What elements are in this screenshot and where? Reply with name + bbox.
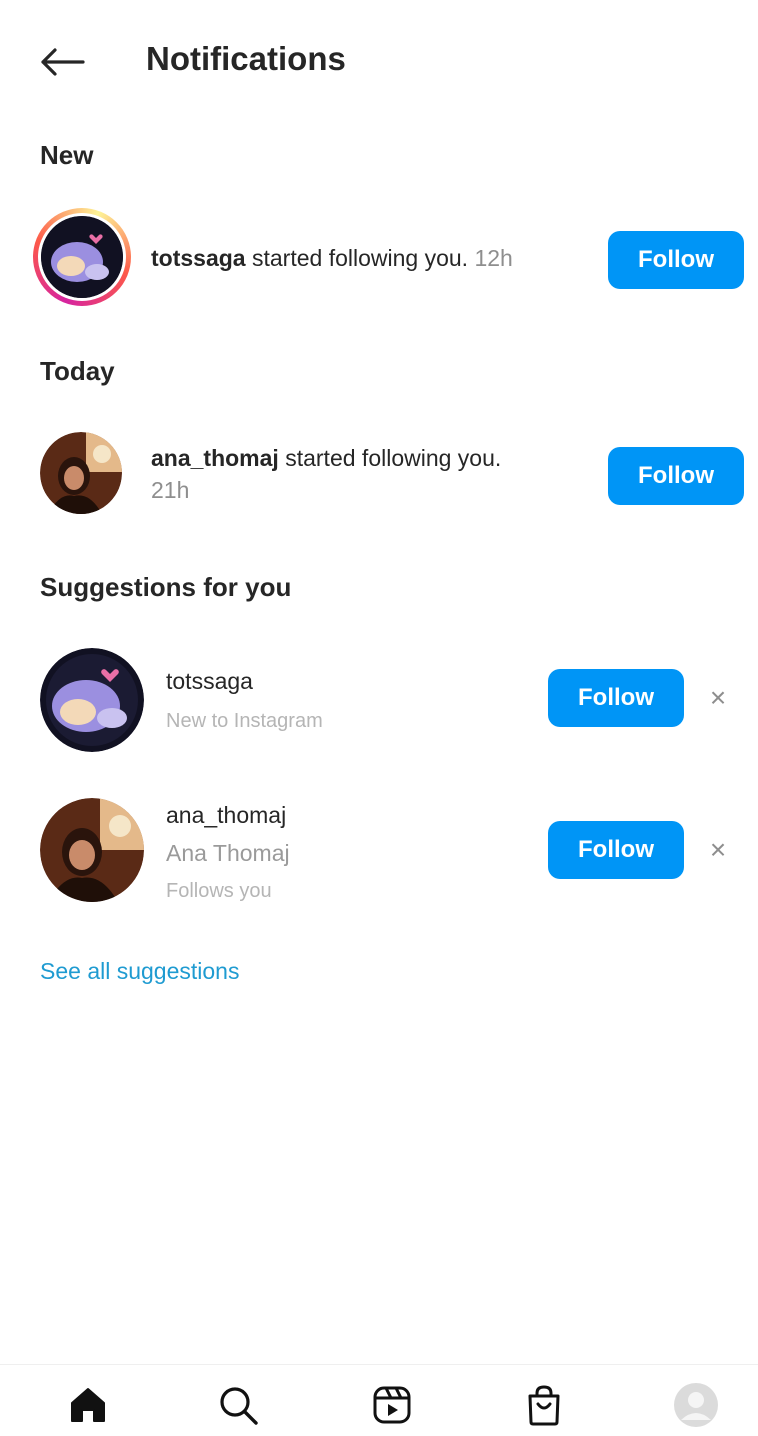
see-all-suggestions-link[interactable]: See all suggestions bbox=[40, 958, 239, 985]
avatar[interactable] bbox=[41, 216, 123, 298]
notification-username[interactable]: totssaga bbox=[151, 245, 246, 271]
notification-message: started following you. bbox=[278, 445, 502, 471]
home-icon bbox=[71, 1388, 105, 1422]
notification-username[interactable]: ana_thomaj bbox=[151, 445, 279, 471]
follow-button[interactable]: Follow bbox=[608, 447, 744, 505]
profile-icon bbox=[674, 1383, 718, 1427]
avatar[interactable] bbox=[40, 798, 144, 902]
nav-search[interactable] bbox=[214, 1381, 262, 1429]
header: Notifications bbox=[0, 0, 758, 120]
shop-icon bbox=[528, 1385, 560, 1426]
nav-home[interactable] bbox=[64, 1381, 112, 1429]
avatar-illustration-icon bbox=[41, 216, 123, 298]
search-icon bbox=[220, 1387, 258, 1425]
notification-time: 12h bbox=[474, 245, 513, 271]
avatar-photo-icon bbox=[40, 798, 144, 902]
avatar[interactable] bbox=[40, 432, 122, 514]
avatar-illustration-icon bbox=[40, 648, 144, 752]
follow-button[interactable]: Follow bbox=[548, 669, 684, 727]
arrow-left-icon bbox=[41, 48, 85, 76]
suggestion-full-name: Ana Thomaj bbox=[166, 840, 290, 866]
suggestion-username[interactable]: ana_thomaj bbox=[166, 802, 286, 829]
notification-text: totssaga started following you. 12h bbox=[151, 242, 591, 274]
reels-icon bbox=[373, 1386, 411, 1424]
avatar-photo-icon bbox=[40, 432, 122, 514]
suggestion-username[interactable]: totssaga bbox=[166, 668, 253, 695]
follow-button[interactable]: Follow bbox=[548, 821, 684, 879]
section-title-suggestions: Suggestions for you bbox=[40, 572, 292, 602]
dismiss-icon[interactable]: × bbox=[700, 832, 736, 868]
avatar[interactable] bbox=[40, 648, 144, 752]
suggestion-subtitle: New to Instagram bbox=[166, 710, 323, 732]
notification-text: ana_thomaj started following you. 21h bbox=[151, 442, 591, 506]
notification-message: started following you. bbox=[245, 245, 469, 271]
nav-profile[interactable] bbox=[672, 1381, 720, 1429]
dismiss-icon[interactable]: × bbox=[700, 680, 736, 716]
nav-shop[interactable] bbox=[520, 1381, 568, 1429]
section-title-new: New bbox=[40, 140, 94, 170]
notifications-screen: Notifications New totssaga started follo… bbox=[0, 0, 758, 1436]
bottom-nav bbox=[0, 1364, 758, 1436]
page-title: Notifications bbox=[146, 40, 346, 77]
follow-button[interactable]: Follow bbox=[608, 231, 744, 289]
section-title-today: Today bbox=[40, 356, 115, 386]
back-button[interactable] bbox=[36, 38, 88, 86]
suggestion-subtitle: Follows you bbox=[166, 880, 272, 902]
notification-time: 21h bbox=[151, 477, 190, 503]
nav-reels[interactable] bbox=[368, 1381, 416, 1429]
